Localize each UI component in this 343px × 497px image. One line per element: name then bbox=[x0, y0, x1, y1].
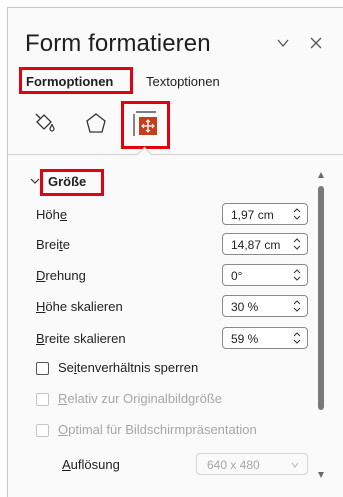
spin-arrows-icon[interactable] bbox=[293, 330, 301, 346]
rotation-label: Drehung bbox=[36, 268, 86, 283]
resolution-select[interactable]: 640 x 480 bbox=[196, 453, 308, 475]
scale-width-label: Breite skalieren bbox=[36, 331, 126, 346]
rotation-field[interactable]: 0° bbox=[222, 264, 308, 286]
width-value: 14,87 cm bbox=[231, 238, 281, 252]
chevron-down-icon bbox=[291, 462, 299, 468]
spin-arrows-icon[interactable] bbox=[293, 267, 301, 283]
collapse-chevron-icon[interactable] bbox=[30, 176, 40, 186]
effects-icon[interactable] bbox=[83, 110, 109, 136]
pane-title: Form formatieren bbox=[25, 30, 211, 57]
divider bbox=[8, 154, 343, 155]
scrollbar-thumb[interactable] bbox=[318, 186, 324, 410]
scroll-down-arrow-icon[interactable] bbox=[318, 472, 324, 478]
rotation-value: 0° bbox=[231, 269, 243, 283]
highlight-box-tab bbox=[19, 67, 133, 94]
tab-textoptionen[interactable]: Textoptionen bbox=[146, 74, 220, 89]
highlight-box-section bbox=[40, 169, 104, 196]
height-value: 1,97 cm bbox=[231, 208, 274, 222]
relative-original-size-checkbox[interactable] bbox=[36, 393, 49, 406]
highlight-box-icon bbox=[121, 101, 170, 149]
spin-arrows-icon[interactable] bbox=[293, 298, 301, 314]
lock-aspect-ratio-label[interactable]: Seitenverhältnis sperren bbox=[58, 360, 198, 375]
scroll-up-arrow-icon[interactable] bbox=[318, 172, 324, 178]
scale-width-value: 59 % bbox=[231, 332, 259, 346]
resolution-label: Auflösung bbox=[62, 457, 120, 472]
spin-arrows-icon[interactable] bbox=[293, 236, 301, 252]
best-scale-slideshow-checkbox[interactable] bbox=[36, 424, 49, 437]
width-field[interactable]: 14,87 cm bbox=[222, 233, 308, 255]
height-label: Höhe bbox=[36, 207, 68, 222]
scale-width-field[interactable]: 59 % bbox=[222, 327, 308, 349]
width-label: Breite bbox=[36, 237, 70, 252]
scale-height-field[interactable]: 30 % bbox=[222, 295, 308, 317]
scale-height-label: Höhe skalieren bbox=[36, 299, 123, 314]
chevron-down-icon[interactable] bbox=[276, 36, 290, 50]
close-icon[interactable] bbox=[310, 37, 322, 49]
resolution-value: 640 x 480 bbox=[207, 458, 260, 472]
best-scale-slideshow-label: Optimal für Bildschirmpräsentation bbox=[58, 422, 257, 437]
spin-arrows-icon[interactable] bbox=[293, 206, 301, 222]
scale-height-value: 30 % bbox=[231, 300, 259, 314]
fill-line-icon[interactable] bbox=[31, 110, 57, 136]
relative-original-size-label: Relativ zur Originalbildgröße bbox=[58, 391, 223, 406]
lock-aspect-ratio-checkbox[interactable] bbox=[36, 362, 49, 375]
height-field[interactable]: 1,97 cm bbox=[222, 203, 308, 225]
